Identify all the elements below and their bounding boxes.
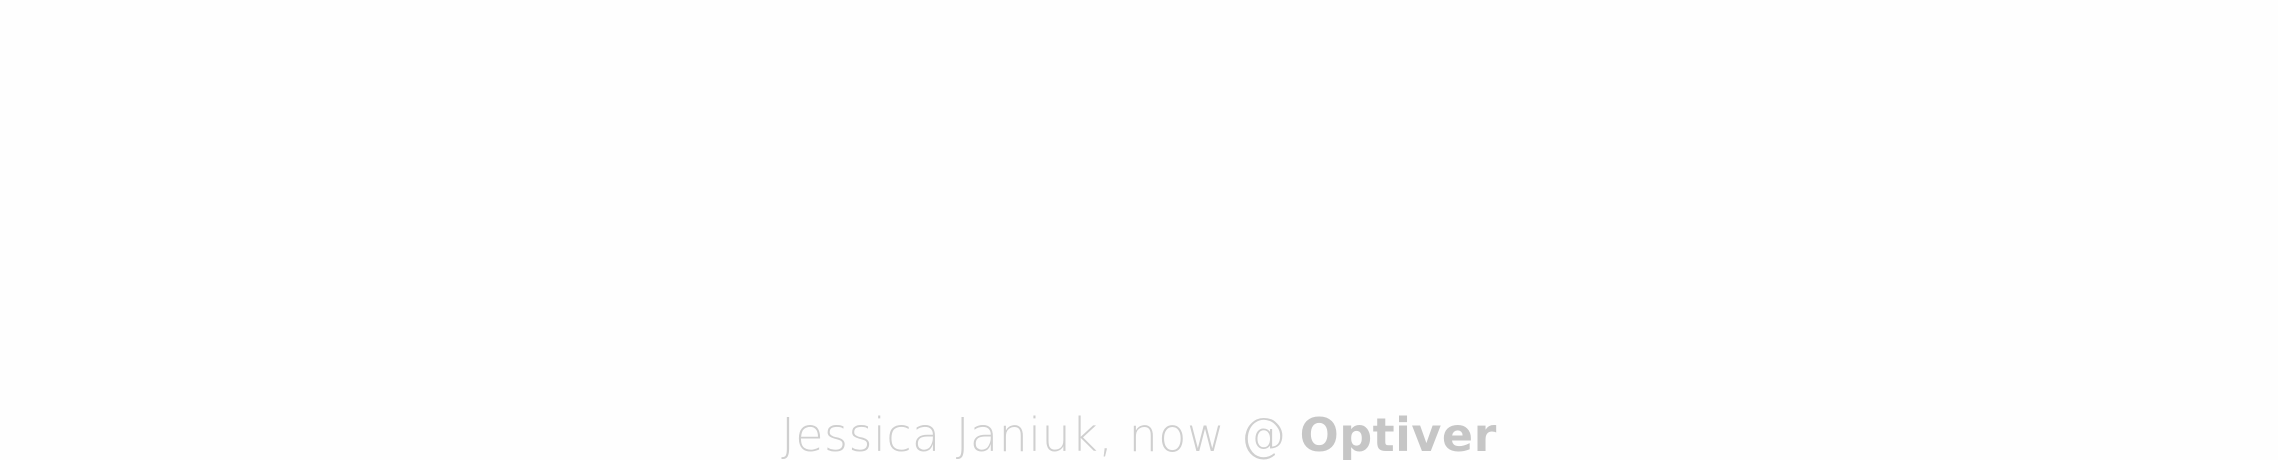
footer-credit: Jessica Janiuk, now @ Optiver [0, 395, 2278, 460]
page: Jessica Janiuk, now @ Optiver [0, 0, 2278, 460]
company-link[interactable]: Optiver [1300, 395, 1497, 460]
credit-text: Jessica Janiuk, now @ [781, 408, 1287, 460]
